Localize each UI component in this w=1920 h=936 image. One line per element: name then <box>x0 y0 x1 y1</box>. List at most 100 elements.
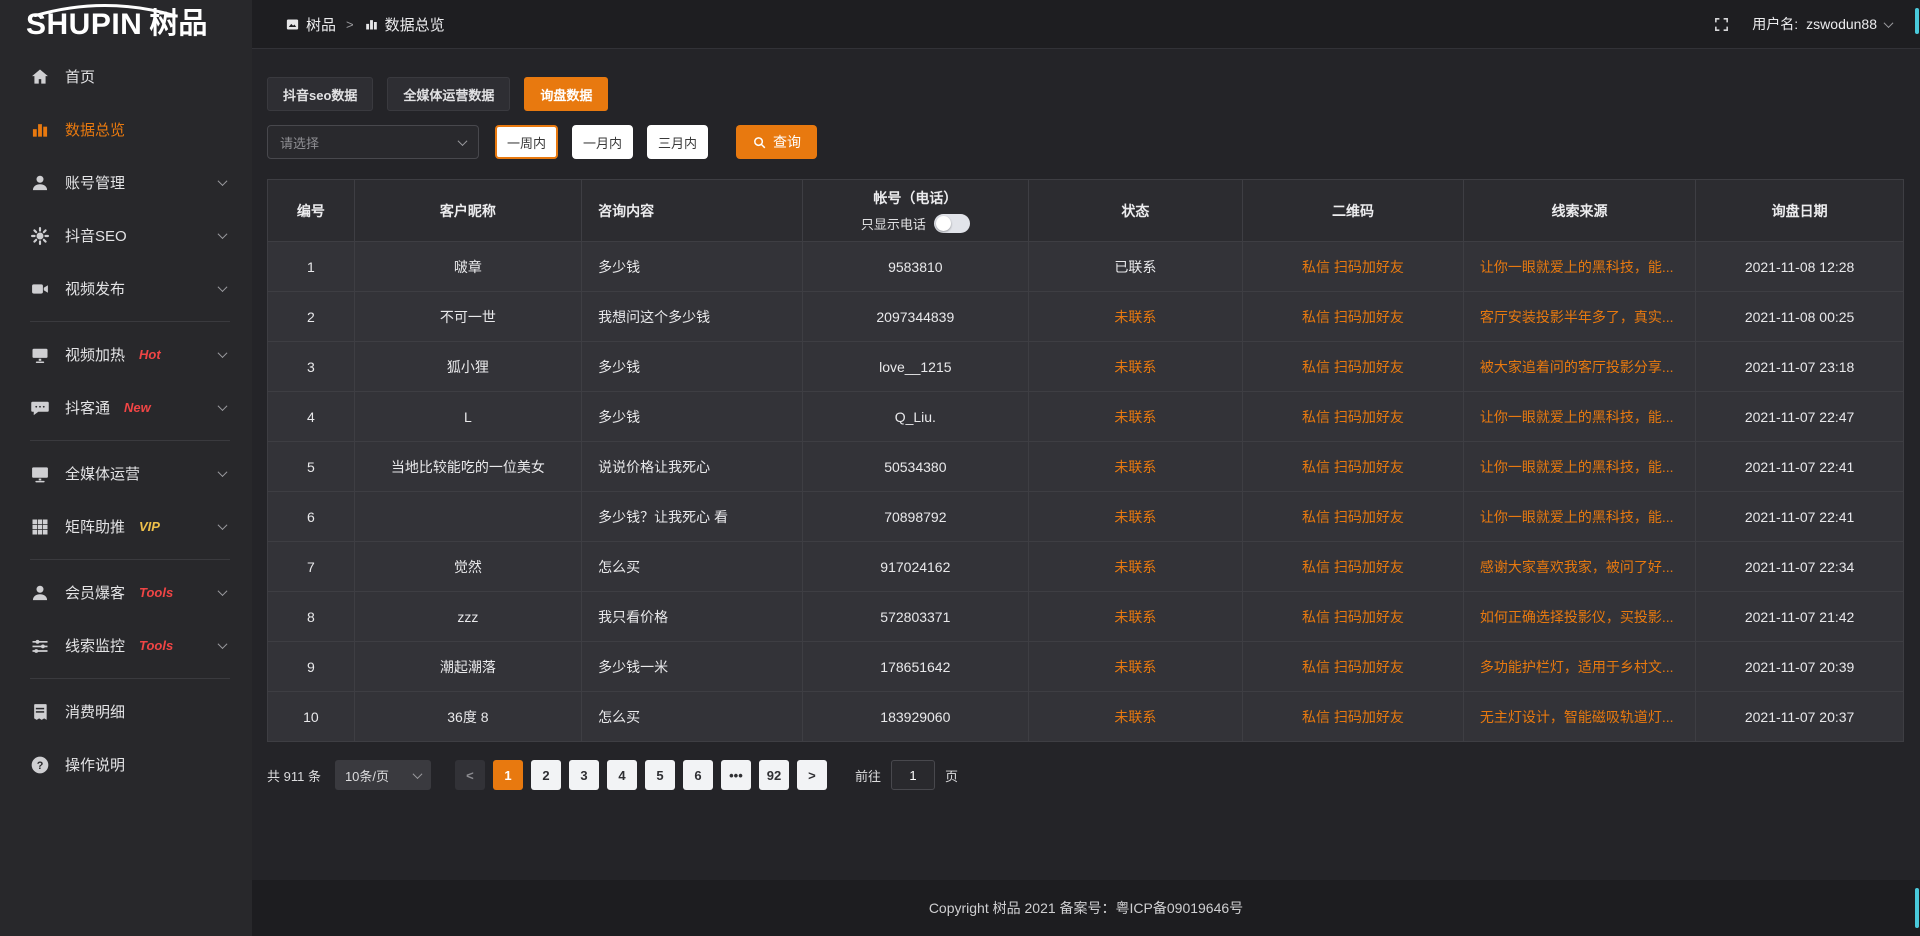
cell-qrcode[interactable]: 私信 扫码加好友 <box>1243 442 1464 492</box>
sidebar-item-bill[interactable]: 消费明细 <box>0 685 252 738</box>
sidebar-item-member[interactable]: 会员爆客 Tools <box>0 566 252 619</box>
sidebar-item-label: 数据总览 <box>65 119 125 140</box>
tab-button[interactable]: 询盘数据 <box>524 77 608 111</box>
goto-page-input[interactable] <box>891 760 935 790</box>
cell-qrcode[interactable]: 私信 扫码加好友 <box>1243 542 1464 592</box>
sidebar-item-grid[interactable]: 矩阵助推 VIP <box>0 500 252 553</box>
sidebar-item-question[interactable]: ? 操作说明 <box>0 738 252 791</box>
chevron-down-icon <box>218 586 228 596</box>
scrollbar-thumb[interactable] <box>1915 888 1919 928</box>
cell-qrcode[interactable]: 私信 扫码加好友 <box>1243 692 1464 742</box>
range-button[interactable]: 一周内 <box>495 125 558 159</box>
sidebar-item-chart[interactable]: 数据总览 <box>0 103 252 156</box>
cell-qrcode[interactable]: 私信 扫码加好友 <box>1243 392 1464 442</box>
cell-qrcode[interactable]: 私信 扫码加好友 <box>1243 642 1464 692</box>
range-button[interactable]: 三月内 <box>647 125 708 159</box>
cell-source[interactable]: 无主灯设计，智能磁吸轨道灯... <box>1463 692 1695 742</box>
cell-source[interactable]: 感谢大家喜欢我家，被问了好... <box>1463 542 1695 592</box>
cell-account: love__1215 <box>802 342 1028 392</box>
cell-source[interactable]: 让你一眼就爱上的黑科技，能... <box>1463 442 1695 492</box>
monitor-icon <box>30 464 50 484</box>
sidebar-item-monitor[interactable]: 全媒体运营 <box>0 447 252 500</box>
cell-source[interactable]: 让你一眼就爱上的黑科技，能... <box>1463 492 1695 542</box>
page-button[interactable]: 2 <box>531 760 561 790</box>
page-button[interactable]: 1 <box>493 760 523 790</box>
cell-nickname: 36度 8 <box>354 692 581 742</box>
cell-status: 未联系 <box>1028 592 1242 642</box>
cell-nickname: 当地比较能吃的一位美女 <box>354 442 581 492</box>
inquiry-table: 编号 客户昵称 咨询内容 帐号（电话） 只显示电话 状态 二维码 线索来源 询盘… <box>267 179 1904 742</box>
next-page-button[interactable]: > <box>797 760 827 790</box>
question-icon: ? <box>30 755 50 775</box>
filter-select[interactable]: 请选择 <box>267 125 479 159</box>
cell-source[interactable]: 被大家追着问的客厅投影分享... <box>1463 342 1695 392</box>
table-header-row: 编号 客户昵称 咨询内容 帐号（电话） 只显示电话 状态 二维码 线索来源 询盘… <box>268 180 1904 242</box>
page-button[interactable]: 92 <box>759 760 789 790</box>
table-row: 5当地比较能吃的一位美女说说价格让我死心50534380未联系私信 扫码加好友让… <box>268 442 1904 492</box>
cell-qrcode[interactable]: 私信 扫码加好友 <box>1243 342 1464 392</box>
username: zswodun88 <box>1806 16 1877 32</box>
scrollbar-thumb[interactable] <box>1915 8 1919 34</box>
table-row: 2不可一世我想问这个多少钱2097344839未联系私信 扫码加好友客厅安装投影… <box>268 292 1904 342</box>
total-count: 共 911 条 <box>267 766 321 785</box>
page-button[interactable]: 6 <box>683 760 713 790</box>
sidebar-item-label: 会员爆客 <box>65 582 125 603</box>
col-header-nickname: 客户昵称 <box>354 180 581 242</box>
cell-id: 10 <box>268 692 355 742</box>
cell-qrcode[interactable]: 私信 扫码加好友 <box>1243 242 1464 292</box>
fullscreen-icon[interactable] <box>1713 16 1730 33</box>
cell-account: 572803371 <box>802 592 1028 642</box>
tab-button[interactable]: 抖音seo数据 <box>267 77 373 111</box>
page-size-select[interactable]: 10条/页 <box>335 760 431 790</box>
sidebar-item-user[interactable]: 账号管理 <box>0 156 252 209</box>
cell-source[interactable]: 客厅安装投影半年多了，真实... <box>1463 292 1695 342</box>
sidebar-item-gear[interactable]: 抖音SEO <box>0 209 252 262</box>
sidebar-item-badge: Tools <box>139 585 173 600</box>
col-header-status: 状态 <box>1028 180 1242 242</box>
cell-date: 2021-11-07 21:42 <box>1696 592 1904 642</box>
page-ellipsis-button[interactable]: ••• <box>721 760 751 790</box>
range-button[interactable]: 一月内 <box>572 125 633 159</box>
sidebar-item-label: 操作说明 <box>65 754 125 775</box>
cell-content: 我想问这个多少钱 <box>582 292 803 342</box>
footer: Copyright 树品 2021 备案号：粤ICP备09019646号 <box>252 880 1920 936</box>
sidebar-item-video[interactable]: 视频发布 <box>0 262 252 315</box>
site-icon <box>285 17 300 32</box>
table-row: 8zzz我只看价格572803371未联系私信 扫码加好友如何正确选择投影仪，买… <box>268 592 1904 642</box>
cell-date: 2021-11-07 22:34 <box>1696 542 1904 592</box>
sliders-icon <box>30 636 50 656</box>
sidebar-item-sliders[interactable]: 线索监控 Tools <box>0 619 252 672</box>
page-button[interactable]: 5 <box>645 760 675 790</box>
sidebar-item-home[interactable]: 首页 <box>0 50 252 103</box>
sidebar-item-chat[interactable]: 抖客通 New <box>0 381 252 434</box>
cell-content: 多少钱？让我死心 看 <box>582 492 803 542</box>
cell-date: 2021-11-08 12:28 <box>1696 242 1904 292</box>
cell-id: 1 <box>268 242 355 292</box>
cell-qrcode[interactable]: 私信 扫码加好友 <box>1243 592 1464 642</box>
cell-source[interactable]: 如何正确选择投影仪，买投影... <box>1463 592 1695 642</box>
sidebar-item-label: 账号管理 <box>65 172 125 193</box>
prev-page-button[interactable]: < <box>455 760 485 790</box>
filter-select-placeholder: 请选择 <box>280 133 319 152</box>
col-header-source: 线索来源 <box>1463 180 1695 242</box>
table-row: 4L多少钱Q_Liu.未联系私信 扫码加好友让你一眼就爱上的黑科技，能...20… <box>268 392 1904 442</box>
cell-qrcode[interactable]: 私信 扫码加好友 <box>1243 492 1464 542</box>
search-button-label: 查询 <box>773 132 801 152</box>
cell-qrcode[interactable]: 私信 扫码加好友 <box>1243 292 1464 342</box>
chevron-down-icon <box>218 467 228 477</box>
phone-only-toggle[interactable] <box>934 214 970 233</box>
table-row: 1啵章多少钱9583810已联系私信 扫码加好友让你一眼就爱上的黑科技，能...… <box>268 242 1904 292</box>
breadcrumb-root[interactable]: 树品 <box>285 14 336 35</box>
cell-source[interactable]: 让你一眼就爱上的黑科技，能... <box>1463 392 1695 442</box>
sidebar-item-heat[interactable]: 视频加热 Hot <box>0 328 252 381</box>
page-button[interactable]: 4 <box>607 760 637 790</box>
breadcrumb-current[interactable]: 数据总览 <box>364 14 445 35</box>
cell-source[interactable]: 让你一眼就爱上的黑科技，能... <box>1463 242 1695 292</box>
cell-source[interactable]: 多功能护栏灯，适用于乡村文... <box>1463 642 1695 692</box>
page-button[interactable]: 3 <box>569 760 599 790</box>
cell-status: 未联系 <box>1028 442 1242 492</box>
search-button[interactable]: 查询 <box>736 125 817 159</box>
user-menu[interactable]: 用户名: zswodun88 <box>1752 14 1892 34</box>
tab-button[interactable]: 全媒体运营数据 <box>387 77 510 111</box>
chevron-down-icon <box>218 282 228 292</box>
